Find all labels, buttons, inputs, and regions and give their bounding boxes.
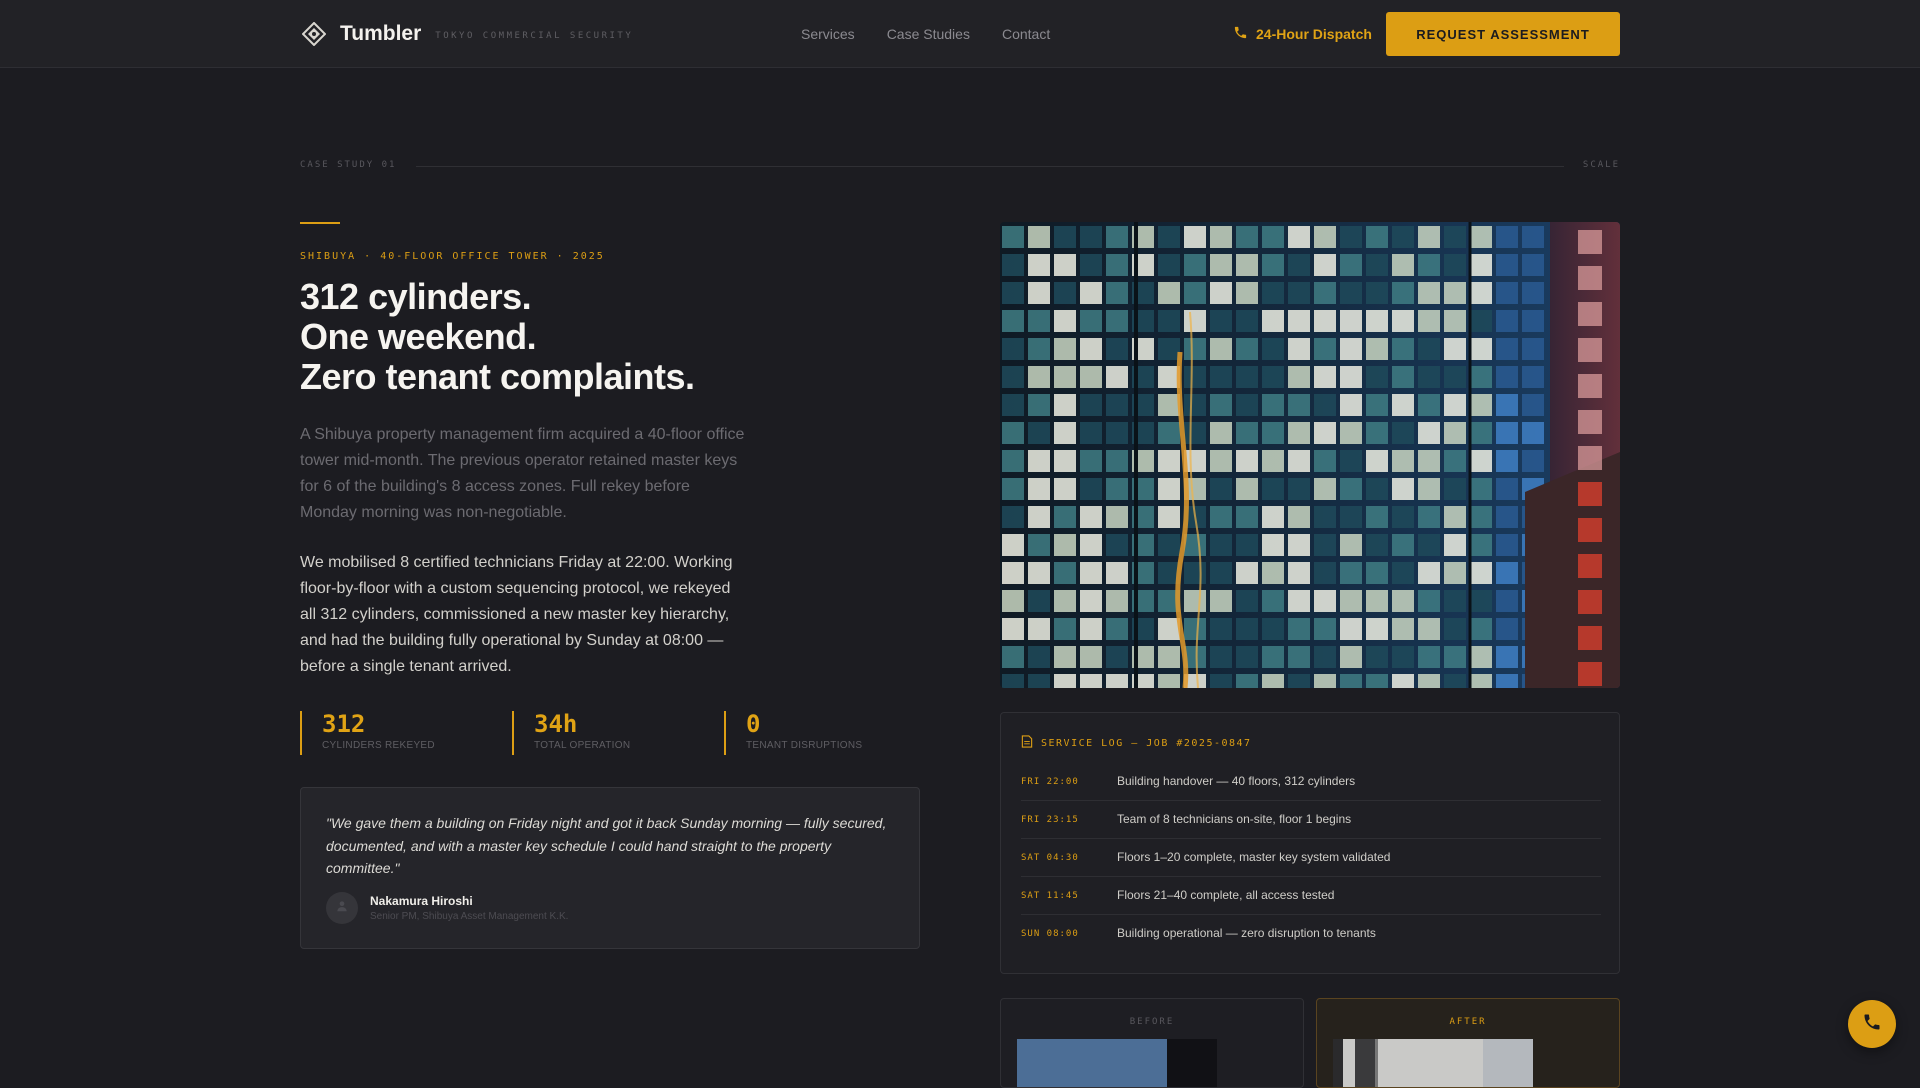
log-time: SAT 04:30 <box>1021 853 1079 863</box>
case-intro: A Shibuya property management firm acqui… <box>300 426 745 521</box>
top-navigation: Tumbler TOKYO COMMERCIAL SECURITY Servic… <box>0 0 1920 68</box>
brand-name: Tumbler <box>340 22 422 45</box>
list-item: FRI 22:00 Building handover — 40 floors,… <box>1021 763 1601 801</box>
stat-value: 312 <box>322 710 366 738</box>
list-item: SAT 11:45 Floors 21–40 complete, all acc… <box>1021 877 1601 915</box>
before-label: BEFORE <box>1129 1017 1175 1027</box>
section-label-row: CASE STUDY 01 SCALE <box>300 160 1620 172</box>
case-study-number: CASE STUDY 01 <box>300 160 397 170</box>
stat-label: TENANT DISRUPTIONS <box>746 740 863 751</box>
log-time: FRI 22:00 <box>1021 777 1079 787</box>
after-image <box>1333 1039 1533 1087</box>
section-divider <box>416 166 1564 167</box>
headline-line-3: Zero tenant complaints. <box>300 356 695 397</box>
accent-bar <box>300 222 340 224</box>
after-label: AFTER <box>1449 1017 1487 1027</box>
headline-line-1: 312 cylinders. <box>300 276 532 317</box>
log-event: Building operational — zero disruption t… <box>1117 926 1376 940</box>
document-icon <box>1021 735 1033 751</box>
headline-line-2: One weekend. <box>300 316 537 357</box>
phone-icon <box>1862 1012 1882 1037</box>
log-time: FRI 23:15 <box>1021 815 1079 825</box>
service-log-title-text: SERVICE LOG — JOB #2025-0847 <box>1041 737 1252 749</box>
stat-disruptions: 0 TENANT DISRUPTIONS <box>724 711 862 755</box>
shield-diamond-icon <box>300 20 328 48</box>
list-item: FRI 23:15 Team of 8 technicians on-site,… <box>1021 801 1601 839</box>
stats-row: 312 CYLINDERS REKEYED 34h TOTAL OPERATIO… <box>300 711 940 755</box>
case-eyebrow: SHIBUYA · 40-FLOOR OFFICE TOWER · 2025 <box>300 251 605 262</box>
stat-duration: 34h TOTAL OPERATION <box>512 711 630 755</box>
stat-value: 0 <box>746 710 761 738</box>
before-panel: BEFORE <box>1000 998 1304 1088</box>
case-body: We mobilised 8 certified technicians Fri… <box>300 554 733 675</box>
log-event: Team of 8 technicians on-site, floor 1 b… <box>1117 812 1352 826</box>
testimonial-role: Senior PM, Shibuya Asset Management K.K. <box>370 911 569 922</box>
testimonial-name: Nakamura Hiroshi <box>370 894 473 908</box>
log-event: Floors 21–40 complete, all access tested <box>1117 888 1335 902</box>
service-log-card: SERVICE LOG — JOB #2025-0847 FRI 22:00 B… <box>1000 712 1620 974</box>
stat-label: CYLINDERS REKEYED <box>322 740 435 751</box>
stat-label: TOTAL OPERATION <box>534 740 631 751</box>
case-headline: 312 cylinders. One weekend. Zero tenant … <box>300 277 695 397</box>
testimonial-quote: "We gave them a building on Friday night… <box>326 815 887 876</box>
service-log-title: SERVICE LOG — JOB #2025-0847 <box>1021 735 1252 751</box>
brand-tagline: TOKYO COMMERCIAL SECURITY <box>435 31 634 41</box>
testimonial-card: "We gave them a building on Friday night… <box>300 787 920 949</box>
phone-icon <box>1233 25 1248 43</box>
nav-link-contact[interactable]: Contact <box>1002 26 1050 42</box>
building-photo <box>1000 222 1620 688</box>
log-event: Building handover — 40 floors, 312 cylin… <box>1117 774 1356 788</box>
list-item: SAT 04:30 Floors 1–20 complete, master k… <box>1021 839 1601 877</box>
log-time: SAT 11:45 <box>1021 891 1079 901</box>
brand[interactable]: Tumbler TOKYO COMMERCIAL SECURITY <box>300 0 633 68</box>
before-image <box>1017 1039 1217 1087</box>
stat-value: 34h <box>534 710 578 738</box>
service-log-list: FRI 22:00 Building handover — 40 floors,… <box>1021 763 1601 953</box>
nav-link-case-studies[interactable]: Case Studies <box>887 26 970 42</box>
section-category: SCALE <box>1582 160 1620 170</box>
nav-link-services[interactable]: Services <box>801 26 855 42</box>
log-time: SUN 08:00 <box>1021 929 1079 939</box>
log-event: Floors 1–20 complete, master key system … <box>1117 850 1391 864</box>
after-panel: AFTER <box>1316 998 1620 1088</box>
dispatch-phone-link[interactable]: 24-Hour Dispatch <box>1233 0 1372 68</box>
list-item: SUN 08:00 Building operational — zero di… <box>1021 915 1601 953</box>
user-icon <box>335 899 349 918</box>
stat-cylinders: 312 CYLINDERS REKEYED <box>300 711 435 755</box>
dispatch-label: 24-Hour Dispatch <box>1256 26 1372 42</box>
request-assessment-button[interactable]: REQUEST ASSESSMENT <box>1386 12 1620 56</box>
nav-links: Services Case Studies Contact <box>801 0 1050 68</box>
avatar <box>326 892 358 924</box>
call-fab-button[interactable] <box>1848 1000 1896 1048</box>
